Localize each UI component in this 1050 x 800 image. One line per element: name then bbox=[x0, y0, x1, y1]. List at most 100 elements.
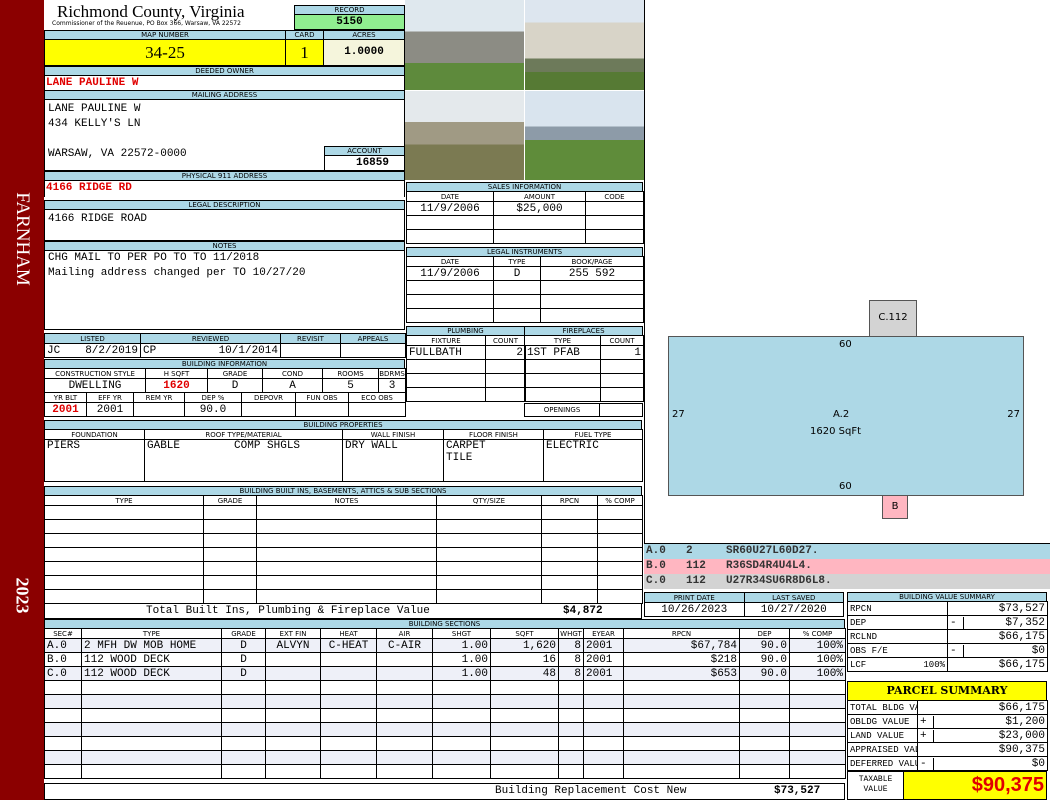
table-cell bbox=[44, 680, 82, 695]
physical-address: 4166 RIDGE RD bbox=[44, 180, 405, 197]
table-cell bbox=[203, 505, 257, 520]
table-cell bbox=[81, 694, 222, 709]
sketch-area[interactable]: C.112 60 60 27 27 A.2 1620 SqFt B bbox=[644, 0, 1050, 543]
table-cell bbox=[320, 652, 377, 667]
table-cell: DWELLING bbox=[44, 378, 146, 393]
table-cell bbox=[406, 373, 486, 388]
table-cell: 90.0 bbox=[739, 638, 790, 653]
table-cell bbox=[541, 505, 598, 520]
table-cell: 112 WOOD DECK bbox=[81, 652, 222, 667]
dimension-bottom: 60 bbox=[839, 481, 852, 492]
table-cell bbox=[600, 359, 644, 374]
wall-finish: DRY WALL bbox=[342, 439, 444, 482]
table-cell: 1ST PFAB bbox=[524, 345, 601, 360]
table-cell: 2001 bbox=[583, 638, 624, 653]
parcel-summary-row: OBLDG VALUE + $1,200 bbox=[847, 714, 1048, 729]
last-saved: 10/27/2020 bbox=[743, 602, 844, 617]
table-cell bbox=[597, 505, 643, 520]
summary-value: - $0 bbox=[947, 643, 1048, 658]
column-header: AIR bbox=[376, 628, 433, 639]
empty-row bbox=[44, 561, 643, 576]
table-cell bbox=[597, 533, 643, 548]
listing-table: LISTED REVIEWED REVISIT APPEALS JC 8/2/2019 C… bbox=[44, 333, 406, 358]
value-summary-row: DEP - $7,352 bbox=[847, 615, 1048, 630]
empty-row bbox=[44, 519, 643, 534]
table-cell bbox=[203, 533, 257, 548]
table-cell: 2001 bbox=[44, 402, 87, 417]
column-header: GRADE bbox=[203, 495, 257, 506]
listed-date: 8/2/2019 bbox=[85, 344, 138, 357]
table-cell: C-HEAT bbox=[320, 638, 377, 653]
empty-row bbox=[524, 373, 644, 388]
table-cell bbox=[203, 519, 257, 534]
summary-value: $66,175 bbox=[947, 657, 1048, 672]
replacement-cost-value: $73,527 bbox=[774, 785, 821, 797]
table-cell bbox=[376, 680, 433, 695]
empty-row bbox=[406, 308, 644, 323]
table-cell: FULLBATH bbox=[406, 345, 486, 360]
table-cell: 90.0 bbox=[184, 402, 242, 417]
table-cell: $67,784 bbox=[623, 638, 740, 653]
summary-label: LCF 100% bbox=[847, 657, 948, 672]
table-cell bbox=[490, 708, 559, 723]
reviewed-by: CP bbox=[143, 344, 157, 357]
table-cell bbox=[81, 764, 222, 779]
table-cell bbox=[789, 694, 846, 709]
table-cell bbox=[585, 229, 644, 244]
summary-label: DEFERRED VALUE bbox=[847, 756, 918, 771]
table-cell: D bbox=[221, 652, 266, 667]
sketch-legend: A.0 2 SR60U27L60D27. B.0 112 R36SD4R4U4L4. C.0… bbox=[644, 543, 1050, 589]
column-header: CONSTRUCTION STYLE bbox=[44, 368, 146, 379]
table-cell bbox=[406, 387, 486, 402]
column-header: RPCN bbox=[623, 628, 740, 639]
floor-header: FLOOR FINISH bbox=[443, 429, 544, 440]
built-ins-total-value: $4,872 bbox=[563, 605, 603, 617]
roof-header: ROOF TYPE/MATERIAL bbox=[144, 429, 343, 440]
table-cell bbox=[221, 694, 266, 709]
sketch-section-a[interactable]: 60 60 27 27 A.2 1620 SqFt bbox=[668, 336, 1024, 496]
sketch-legend-row[interactable]: C.0 112 U27R34SU6R8D6L8. bbox=[644, 574, 1050, 589]
sketch-section-c[interactable]: C.112 bbox=[869, 300, 917, 337]
sketch-legend-row[interactable]: A.0 2 SR60U27L60D27. bbox=[644, 544, 1050, 559]
table-cell bbox=[485, 359, 526, 374]
column-header: DEP bbox=[739, 628, 790, 639]
sketch-legend-row[interactable]: B.0 112 R36SD4R4U4L4. bbox=[644, 559, 1050, 574]
sketch-section-b[interactable]: B bbox=[882, 495, 908, 519]
instruments-table: DATE TYPE BOOK/PAGE 11/9/2006 D 255 592 bbox=[406, 256, 644, 323]
column-header: NOTES bbox=[256, 495, 437, 506]
header-row: DATE TYPE BOOK/PAGE bbox=[406, 256, 644, 267]
empty-row bbox=[44, 764, 846, 779]
table-cell: D bbox=[221, 638, 266, 653]
table-cell bbox=[436, 575, 542, 590]
legal-description: 4166 RIDGE ROAD bbox=[44, 209, 405, 241]
table-cell bbox=[524, 387, 601, 402]
table-cell bbox=[739, 694, 790, 709]
property-photo-1[interactable] bbox=[405, 0, 524, 90]
property-photo-4[interactable] bbox=[525, 91, 644, 180]
column-header: ECO OBS bbox=[348, 392, 406, 403]
empty-row bbox=[44, 533, 643, 548]
table-cell bbox=[81, 750, 222, 765]
empty-row bbox=[44, 575, 643, 590]
column-header: FUN OBS bbox=[295, 392, 349, 403]
table-row: A.0 2 MFH DW MOB HOME D ALVYN C-HEAT C-AIR 1.0… bbox=[44, 638, 846, 653]
header-row: TYPE GRADE NOTES QTY/SIZE RPCN% COMP bbox=[44, 495, 643, 506]
property-photo-2[interactable] bbox=[525, 0, 644, 90]
table-cell bbox=[597, 519, 643, 534]
table-cell: 16 bbox=[490, 652, 559, 667]
table-cell bbox=[597, 561, 643, 576]
table-row: B.0 112 WOOD DECK D 1.00 16 8 2001 $218 90.0 100% bbox=[44, 652, 846, 667]
table-cell bbox=[203, 547, 257, 562]
summary-label: RCLND bbox=[847, 629, 948, 644]
column-header: GRADE bbox=[221, 628, 266, 639]
table-cell bbox=[493, 308, 541, 323]
table-cell bbox=[558, 764, 584, 779]
table-cell bbox=[524, 359, 601, 374]
table-cell bbox=[436, 519, 542, 534]
property-photo-3[interactable] bbox=[405, 91, 524, 180]
section-label: A.2 bbox=[833, 409, 850, 420]
table-cell bbox=[789, 708, 846, 723]
building-info-table-2: YR BLT EFF YR REM YR DEP % DEPOVR FUN OBS ECO … bbox=[44, 392, 406, 417]
table-cell: 2 MFH DW MOB HOME bbox=[81, 638, 222, 653]
map-number: 34-25 bbox=[44, 39, 286, 66]
